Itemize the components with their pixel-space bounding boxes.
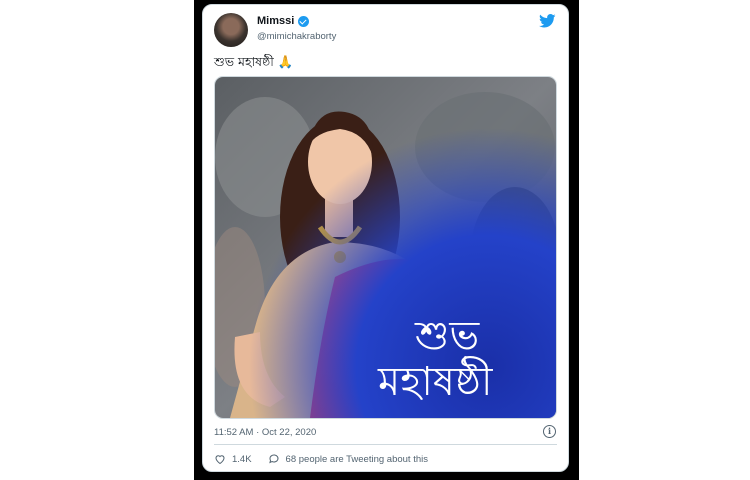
like-action[interactable]: 1.4K — [214, 453, 252, 465]
user-handle[interactable]: @mimichakraborty — [257, 31, 336, 42]
tweet-actions: 1.4K 68 people are Tweeting about this — [214, 453, 444, 465]
display-name[interactable]: Mimssi — [257, 15, 294, 27]
tweet-text: শুভ মহাষষ্ঠী 🙏 — [214, 54, 294, 69]
author-name-row: Mimssi — [257, 15, 310, 27]
heart-icon — [215, 455, 225, 465]
like-count: 1.4K — [232, 453, 252, 465]
media-caption-line1: শুভ — [414, 313, 480, 359]
verified-badge-icon — [298, 15, 310, 27]
info-icon[interactable]: i — [543, 425, 556, 438]
tweet-card: Mimssi @mimichakraborty শুভ মহাষষ্ঠী 🙏 শ… — [202, 4, 569, 472]
divider — [214, 444, 557, 445]
twitter-bird-icon[interactable] — [539, 14, 556, 28]
tweet-media-image[interactable]: শুভ মহাষষ্ঠী — [214, 76, 557, 419]
conversation-action[interactable]: 68 people are Tweeting about this — [268, 453, 428, 465]
media-caption-line2: মহাষষ্ঠী — [377, 356, 493, 405]
tweet-timestamp[interactable]: 11:52 AM · Oct 22, 2020 — [214, 427, 316, 438]
reply-bubble-icon — [268, 454, 279, 464]
avatar[interactable] — [214, 13, 248, 47]
tweeting-about-text: 68 people are Tweeting about this — [285, 453, 428, 465]
